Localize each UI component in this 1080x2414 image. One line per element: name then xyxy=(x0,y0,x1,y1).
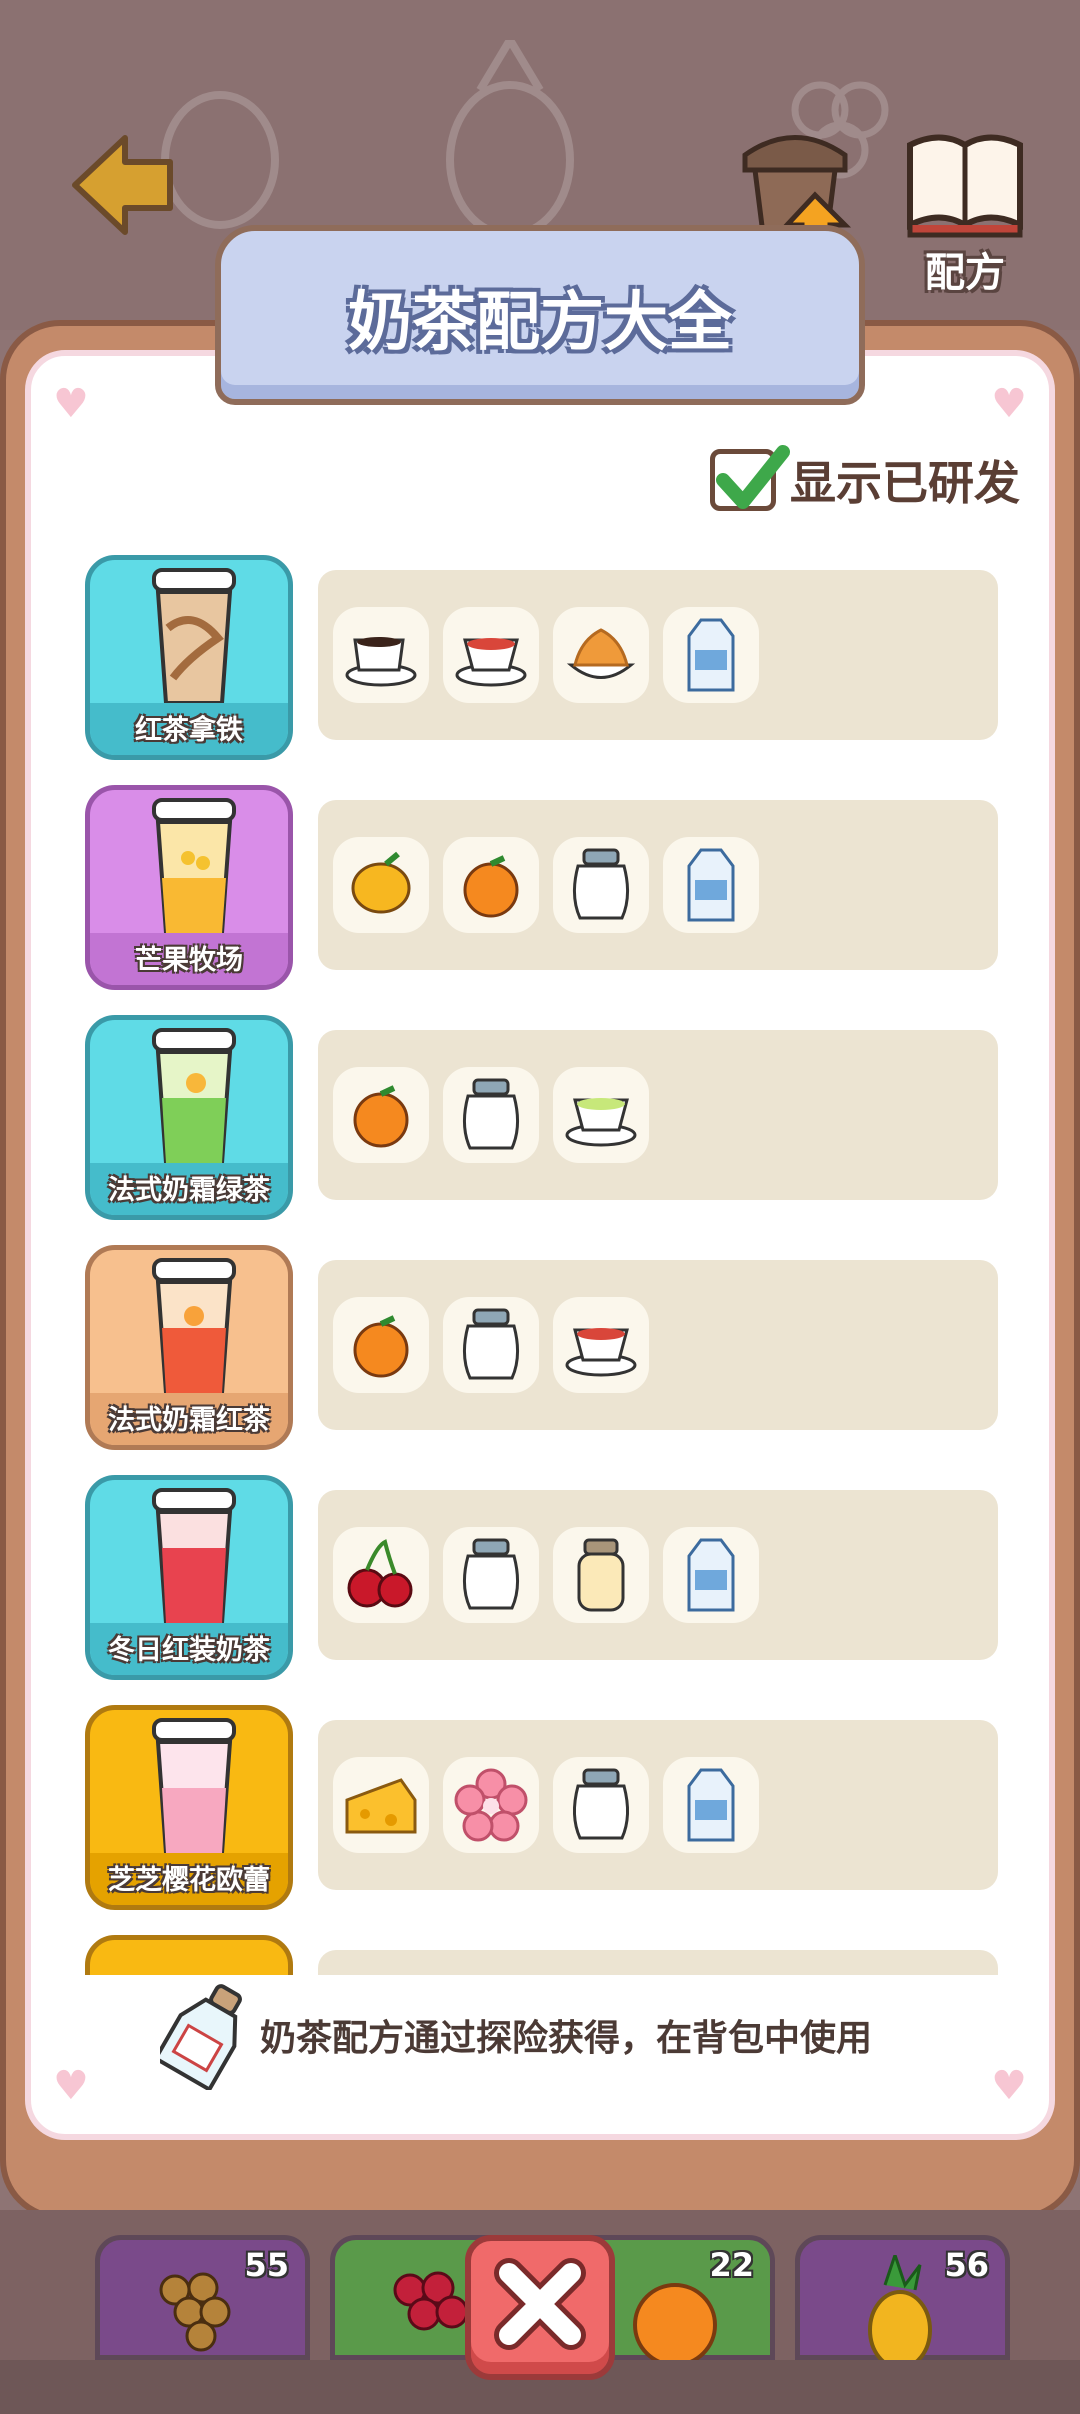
orange-icon xyxy=(443,837,539,933)
coffee-cup-icon xyxy=(333,607,429,703)
recipe-row[interactable]: 红茶拿铁 xyxy=(85,555,1005,760)
drink-card[interactable]: 法式奶霜红茶 xyxy=(85,1245,293,1450)
back-button[interactable] xyxy=(70,130,180,240)
show-researched-checkbox[interactable] xyxy=(710,445,790,511)
close-icon xyxy=(494,2258,586,2350)
item-count: 22 xyxy=(709,2246,754,2284)
item-count: 55 xyxy=(244,2246,289,2284)
item-count: 56 xyxy=(944,2246,989,2284)
cream-jar-icon xyxy=(443,1527,539,1623)
heart-icon: ♥ xyxy=(991,381,1027,427)
mango-drink-cup-icon xyxy=(152,798,236,935)
drink-card[interactable]: 法式奶霜绿茶 xyxy=(85,1015,293,1220)
recipe-row[interactable]: 法式奶霜绿茶 xyxy=(85,1015,1005,1220)
green-tea-cup-icon xyxy=(553,1067,649,1163)
drink-name: 冬日红装奶茶 xyxy=(108,1635,270,1666)
checkmark-icon xyxy=(716,445,790,509)
milk-carton-icon xyxy=(663,837,759,933)
milk-carton-icon xyxy=(663,607,759,703)
cherry-milk-tea-cup-icon xyxy=(152,1488,236,1625)
heart-icon: ♥ xyxy=(53,381,89,427)
milk-carton-icon xyxy=(663,1757,759,1853)
orange-icon xyxy=(633,2283,717,2367)
orange-icon xyxy=(333,1067,429,1163)
pineapple-deco-icon xyxy=(446,40,574,239)
footer-hint: 奶茶配方通过探险获得，在背包中使用 xyxy=(160,1975,960,2095)
title-plate: 奶茶配方大全 xyxy=(215,225,865,405)
drink-card[interactable]: 芒果牧场 xyxy=(85,785,293,990)
cream-jar-icon xyxy=(553,1757,649,1853)
recipe-row[interactable]: 芝芝樱花欧蕾 xyxy=(85,1705,1005,1910)
cream-jar-icon xyxy=(553,837,649,933)
cheese-icon xyxy=(333,1757,429,1853)
inventory-slot[interactable]: 55 xyxy=(95,2235,310,2360)
ingredient-tray xyxy=(318,800,998,970)
yogurt-jar-icon xyxy=(553,1527,649,1623)
ingredient-tray xyxy=(318,1950,998,1975)
drink-name: 芝芝樱花欧蕾 xyxy=(108,1865,270,1896)
drink-name: 法式奶霜红茶 xyxy=(108,1405,270,1436)
recipe-list[interactable]: 红茶拿铁 芒果牧场 法式奶霜绿茶 法式奶霜红茶 冬日红装奶茶 芝芝樱花欧蕾 xyxy=(85,555,1005,1975)
latte-cup-icon xyxy=(152,568,236,705)
caramel-cream-icon xyxy=(553,607,649,703)
recipe-row[interactable]: 法式奶霜红茶 xyxy=(85,1245,1005,1450)
recipe-row[interactable]: 冬日红装奶茶 xyxy=(85,1475,1005,1680)
show-researched-label: 显示已研发 xyxy=(790,456,1020,510)
close-button[interactable] xyxy=(465,2235,615,2380)
black-tea-cup-icon xyxy=(553,1297,649,1393)
red-tea-cup-icon xyxy=(152,1258,236,1395)
back-arrow-icon xyxy=(72,135,173,235)
black-tea-cup-icon xyxy=(443,607,539,703)
recipe-row[interactable]: 芒果牧场 xyxy=(85,785,1005,990)
ingredient-tray xyxy=(318,1030,998,1200)
drink-card[interactable]: 冬日红装奶茶 xyxy=(85,1475,293,1680)
ingredient-tray xyxy=(318,1720,998,1890)
orange-icon xyxy=(333,1297,429,1393)
cherry-icon xyxy=(333,1527,429,1623)
sakura-icon xyxy=(443,1757,539,1853)
recipe-row[interactable] xyxy=(85,1935,1005,1975)
sakura-au-lait-cup-icon xyxy=(152,1718,236,1855)
drink-card[interactable] xyxy=(85,1935,293,1975)
drink-card[interactable]: 芝芝樱花欧蕾 xyxy=(85,1705,293,1910)
footer-text: 奶茶配方通过探险获得，在背包中使用 xyxy=(260,2018,873,2059)
ingredient-tray xyxy=(318,1260,998,1430)
heart-icon: ♥ xyxy=(53,2063,89,2109)
mango-icon xyxy=(333,837,429,933)
ingredient-tray xyxy=(318,1490,998,1660)
drink-name: 法式奶霜绿茶 xyxy=(108,1175,270,1206)
recipe-book-button[interactable]: 配方 xyxy=(900,130,1030,296)
milk-carton-icon xyxy=(663,1527,759,1623)
inventory-slot[interactable]: 56 xyxy=(795,2235,1010,2365)
heart-icon: ♥ xyxy=(991,2063,1027,2109)
recipe-book-label: 配方 xyxy=(925,250,1005,296)
drink-card[interactable]: 红茶拿铁 xyxy=(85,555,293,760)
panel-title: 奶茶配方大全 xyxy=(348,286,732,360)
drink-name: 芒果牧场 xyxy=(135,945,243,976)
show-researched-toggle[interactable]: 显示已研发 xyxy=(710,445,1020,515)
cream-jar-icon xyxy=(443,1067,539,1163)
book-icon xyxy=(907,134,1023,238)
message-bottle-icon xyxy=(160,1984,242,2090)
ingredient-tray xyxy=(318,570,998,740)
green-tea-cup-icon xyxy=(152,1028,236,1165)
cream-jar-icon xyxy=(443,1297,539,1393)
drink-name: 红茶拿铁 xyxy=(135,715,243,746)
